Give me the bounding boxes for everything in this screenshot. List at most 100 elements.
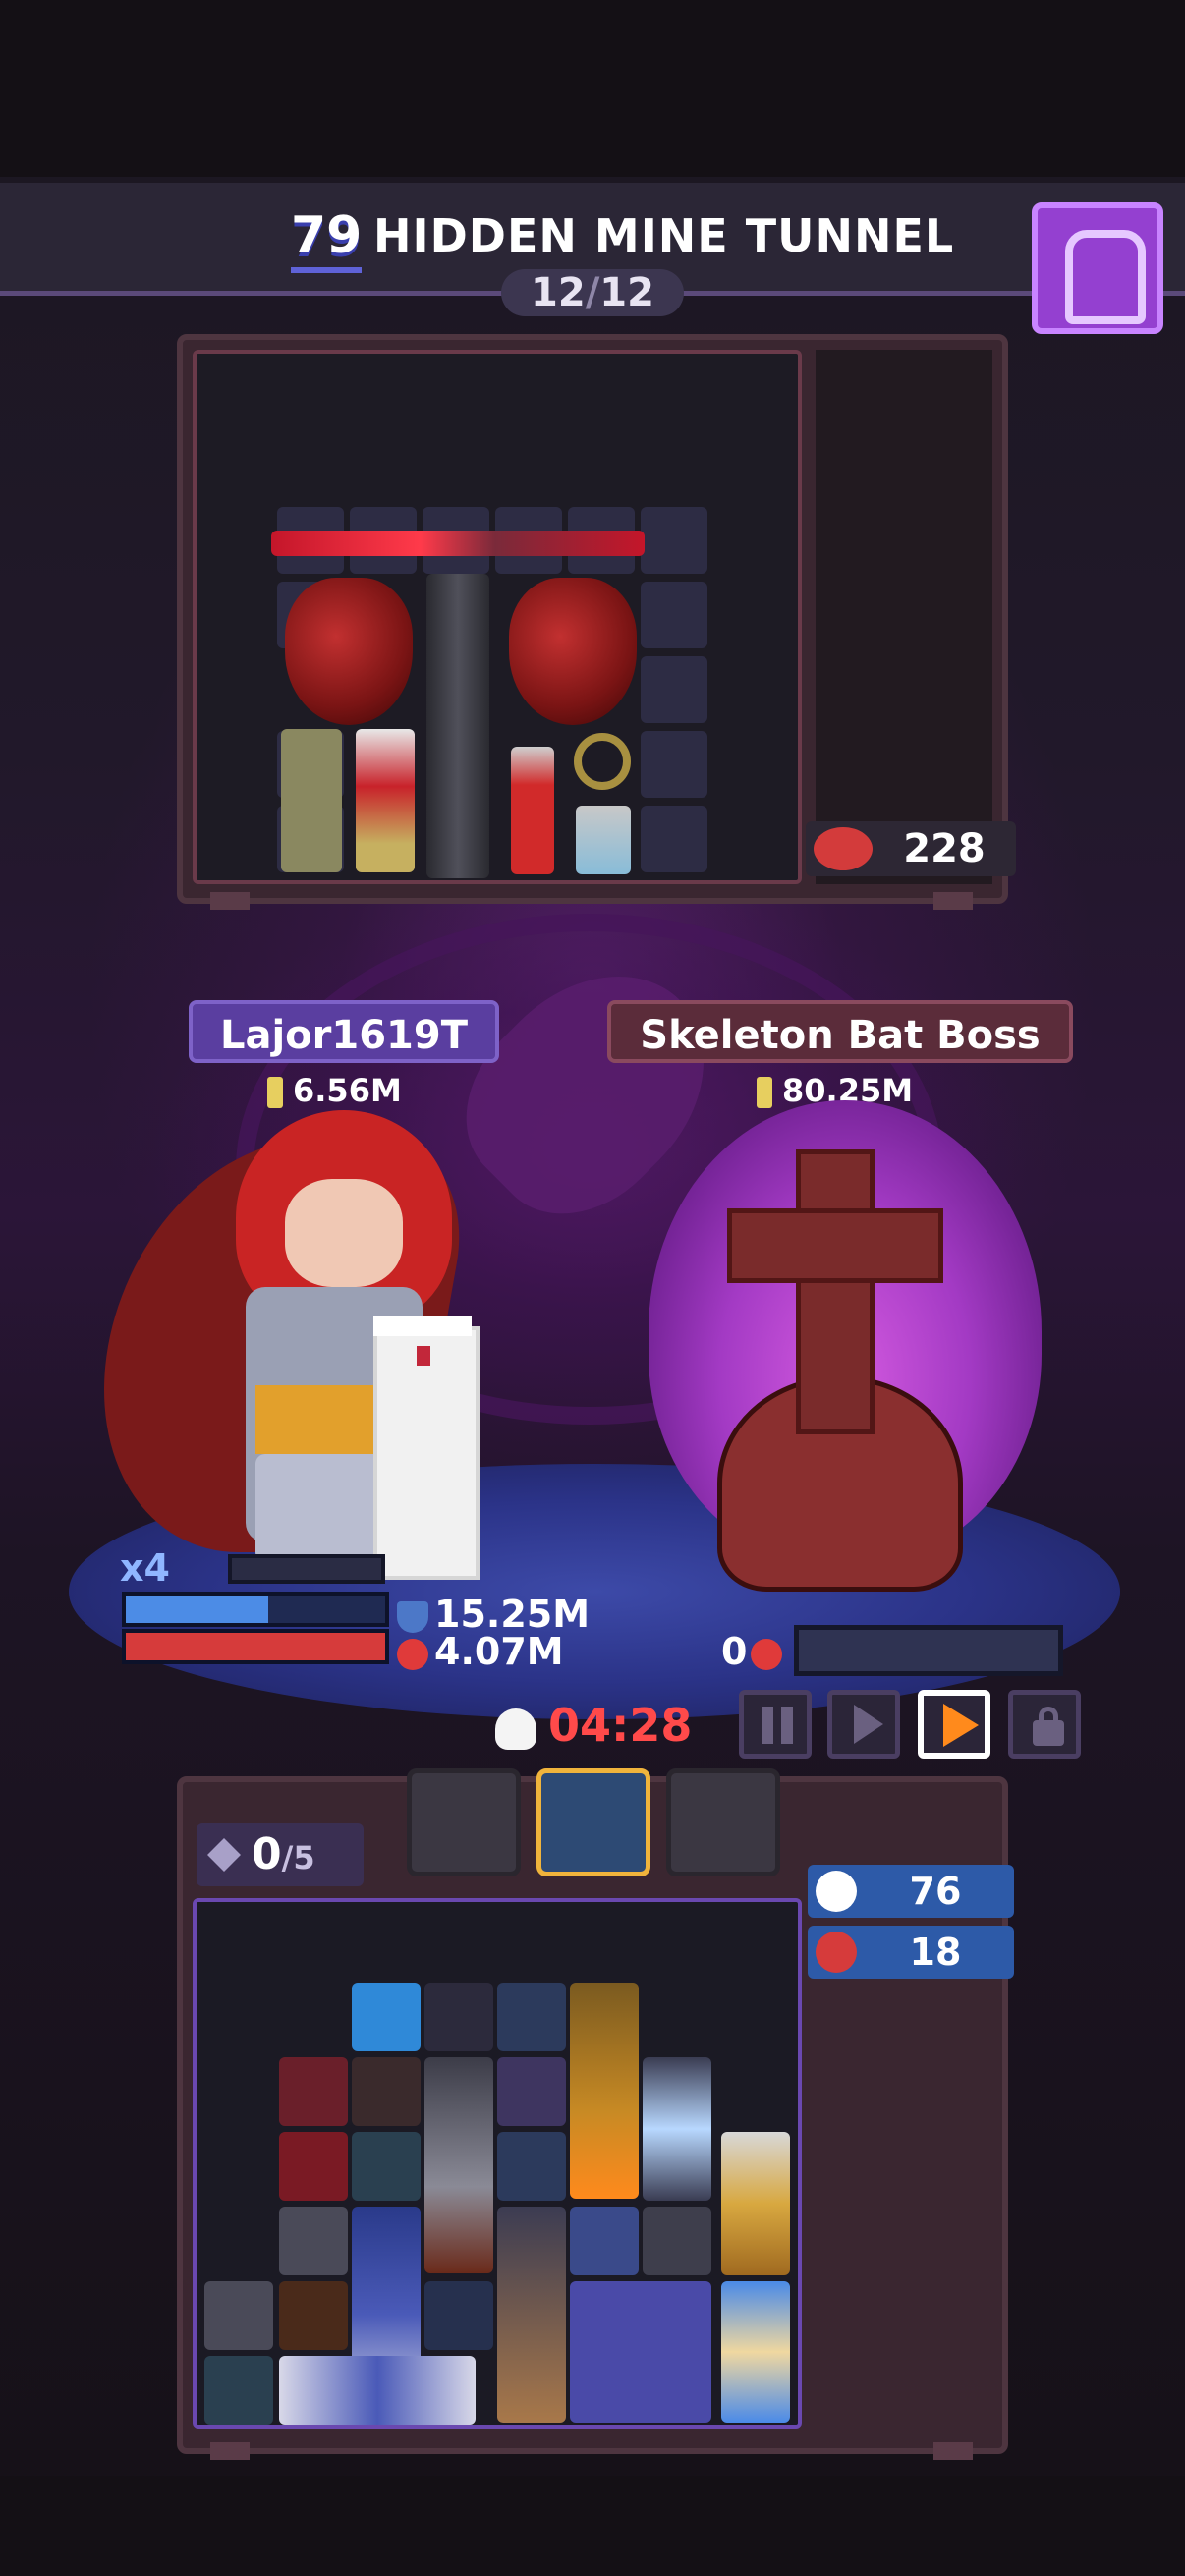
boss-grave-cross-arm [727,1208,943,1283]
wave-separator: / [585,270,600,315]
pet-tab-cat[interactable] [407,1768,521,1876]
chest-foot [210,892,250,910]
souls-stat: 18 [808,1926,1014,1979]
inventory-item-double-axe-head[interactable] [279,2356,476,2425]
inventory-item-red-feather[interactable] [279,2132,348,2201]
heart-icon [397,1638,428,1670]
player-power-value: 6.56M [293,1072,402,1109]
boss-name-plate: Skeleton Bat Boss [607,1000,1073,1063]
inventory-item-blue-card[interactable] [352,1983,421,2051]
red-sword-item [511,747,554,874]
locked-speed-button[interactable] [1008,1690,1081,1759]
shield-icon [397,1600,428,1633]
backpack-icon [1065,230,1146,324]
inventory-slots-counter: 0/5 [197,1823,364,1886]
crimson-spear-item [271,531,645,556]
chest-foot [933,2442,973,2460]
pause-icon [762,1707,773,1744]
crossed-swords-icon [816,1871,857,1912]
player-name-plate: Lajor1619T [189,1000,499,1063]
inventory-slots-text: 0/5 [252,1823,315,1889]
battle-timer: 04:28 [495,1696,692,1755]
inventory-item-bronze-ring[interactable] [352,2057,421,2126]
enemy-item-hp-badge: 228 [806,821,1016,876]
sword-icon [757,1077,772,1108]
inventory-item-iron-helm[interactable] [279,2207,348,2275]
inventory-item-golden-totem[interactable] [721,2132,790,2275]
inventory-item-horn[interactable] [497,2207,566,2423]
player-power: 6.56M [267,1069,402,1112]
chest-foot [210,2442,250,2460]
kills-stat-value: 76 [909,1870,962,1913]
fast-forward-icon [943,1704,979,1747]
skull-amulet-item [356,729,415,872]
kills-stat: 76 [808,1865,1014,1918]
player-shield-stat: 15.25M [397,1594,590,1635]
souls-stat-value: 18 [909,1931,962,1974]
hero-sword-guard [373,1316,472,1336]
pet-tab-elephant[interactable] [666,1768,780,1876]
enemy-item-hp-value: 228 [903,826,986,871]
battle-timer-value: 04:28 [548,1699,693,1752]
potion-item [576,806,631,874]
stage-title: HIDDEN MINE TUNNEL [373,209,955,262]
chest-foot [933,892,973,910]
inventory-item-teal-mask[interactable] [352,2132,421,2201]
boss-health-bar [794,1625,1063,1676]
inventory-item-spiked-crown[interactable] [643,2207,711,2275]
inventory-item-iron-helm[interactable] [204,2281,273,2350]
pause-button[interactable] [739,1690,812,1759]
player-shield-fill [126,1596,268,1623]
slots-used: 0 [252,1829,282,1879]
pet-tab-ghost[interactable] [536,1768,650,1876]
sword-icon [267,1077,283,1108]
heart-item [509,578,637,725]
player-health-fill [126,1633,385,1660]
heart-icon [751,1638,783,1670]
inventory-item-ice-sword[interactable] [643,2057,711,2201]
inventory-item-blue-glove[interactable] [497,1983,566,2051]
hero-face [285,1179,403,1287]
skull-icon [495,1708,536,1750]
wave-current: 12 [531,270,586,315]
lock-icon-body [1033,1720,1064,1746]
heart-icon [814,827,873,870]
player-energy-bar [228,1554,385,1584]
enemy-chest-side [816,350,992,884]
play-icon [854,1705,883,1744]
inventory-item-blue-glove[interactable] [497,2132,566,2201]
player-health-value: 4.07M [434,1630,564,1673]
enemy-grid-cell [641,731,707,798]
slots-total: /5 [281,1839,315,1876]
backpack-button[interactable] [1032,202,1163,334]
enemy-grid-cell [641,806,707,872]
enemy-grid-cell [641,507,707,574]
inventory-item-red-hood[interactable] [279,2057,348,2126]
inventory-item-purple-bird[interactable] [497,2057,566,2126]
enemy-grid-cell [641,582,707,648]
fast-forward-button[interactable] [918,1690,990,1759]
player-multiplier: x4 [120,1546,170,1590]
boss-health-value: 0 [721,1630,748,1673]
wave-counter: 12/12 [501,269,684,316]
hero-sword-gem [417,1346,430,1366]
boss-health-stat: 0 [721,1631,788,1672]
heart-item [285,578,413,725]
inventory-item-blue-cat[interactable] [570,2281,711,2423]
boss-grave-cross [796,1149,875,1434]
inventory-item-teal-mask[interactable] [204,2356,273,2425]
inventory-item-fire-ring[interactable] [279,2281,348,2350]
play-button[interactable] [827,1690,900,1759]
dark-greatsword-item [426,574,489,878]
slot-diamond-icon [207,1838,241,1872]
inventory-item-flame-blade[interactable] [570,1983,639,2199]
inventory-item-blue-hook[interactable] [424,2281,493,2350]
inventory-item-crystal-shield[interactable] [721,2281,790,2423]
inventory-item-blue-candle[interactable] [570,2207,639,2275]
pause-icon [781,1707,793,1744]
wave-total: 12 [599,270,654,315]
bone-gauntlet-item [281,729,342,872]
inventory-item-spear[interactable] [424,2057,493,2273]
player-health-stat: 4.07M [397,1631,564,1672]
inventory-cell[interactable] [424,1983,493,2051]
